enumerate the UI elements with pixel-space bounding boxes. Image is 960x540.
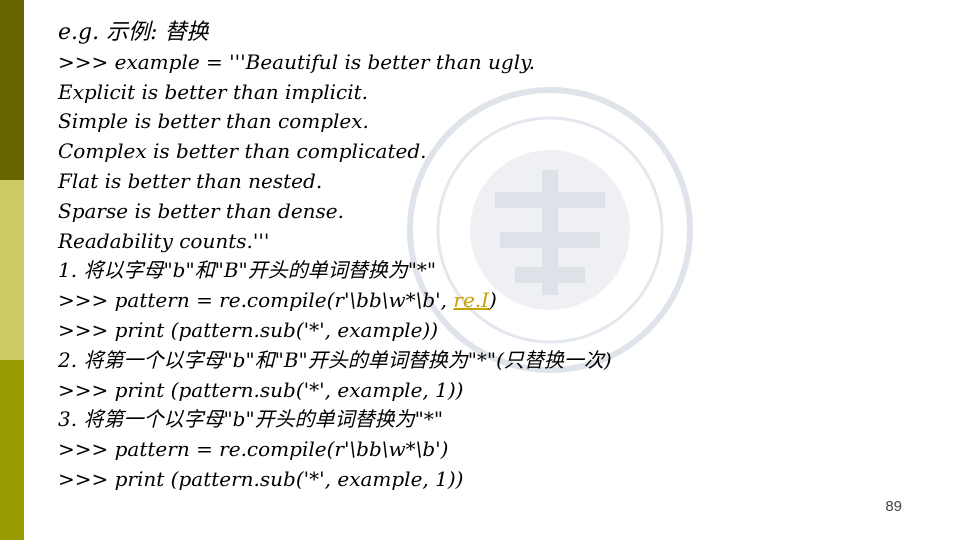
code-line: >>> print (pattern.sub('*', example)) xyxy=(58,317,439,342)
code-line: Sparse is better than dense. xyxy=(58,198,344,223)
step-3-description: 3. 将第一个以字母"b"开头的单词替换为"*" xyxy=(58,407,444,432)
sidebar-segment-middle xyxy=(0,180,24,360)
code-text-tail: ) xyxy=(489,288,497,313)
step-1-description: 1. 将以字母"b"和"B"开头的单词替换为"*" xyxy=(58,258,437,283)
step-2-description: 2. 将第一个以字母"b"和"B"开头的单词替换为"*"(只替换一次) xyxy=(58,347,612,372)
code-line: Simple is better than complex. xyxy=(58,109,369,134)
code-line: Readability counts.''' xyxy=(58,228,270,253)
sidebar-segment-top xyxy=(0,0,24,180)
code-line: Complex is better than complicated. xyxy=(58,139,427,164)
code-line: >>> print (pattern.sub('*', example, 1)) xyxy=(58,377,464,402)
page-number: 89 xyxy=(885,498,902,515)
code-line-compile: >>> pattern = re.compile(r'\bb\w*\b', re… xyxy=(58,286,918,316)
sidebar-segment-bottom xyxy=(0,360,24,540)
code-line: >>> print (pattern.sub('*', example, 1)) xyxy=(58,466,464,491)
slide-content: e.g. 示例: 替换 >>> example = '''Beautiful i… xyxy=(58,18,918,495)
code-line: >>> pattern = re.compile(r'\bb\w*\b') xyxy=(58,437,449,462)
re-i-link[interactable]: re.I xyxy=(453,288,489,312)
code-text: >>> pattern = re.compile(r'\bb\w*\b', xyxy=(58,288,454,313)
sidebar-decoration xyxy=(0,0,24,540)
example-heading: e.g. 示例: 替换 xyxy=(58,20,209,45)
code-line: Explicit is better than implicit. xyxy=(58,79,368,104)
code-line: >>> example = '''Beautiful is better tha… xyxy=(58,49,536,74)
code-line: Flat is better than nested. xyxy=(58,168,323,193)
